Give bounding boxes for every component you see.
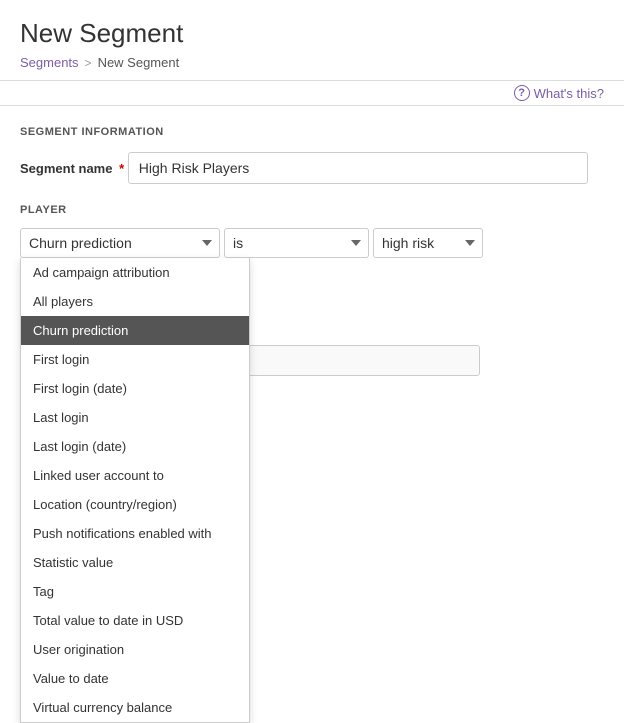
attribute-dropdown-menu: Ad campaign attribution All players Chur… <box>20 258 250 723</box>
option-tag[interactable]: Tag <box>21 577 249 606</box>
option-value-to-date[interactable]: Value to date <box>21 664 249 693</box>
breadcrumb: Segments > New Segment <box>20 55 604 70</box>
option-virtual-currency[interactable]: Virtual currency balance <box>21 693 249 722</box>
whats-this-label: What's this? <box>534 86 604 101</box>
option-location[interactable]: Location (country/region) <box>21 490 249 519</box>
page-header: New Segment Segments > New Segment <box>0 0 624 81</box>
main-content: SEGMENT INFORMATION Segment name * PLAYE… <box>0 106 624 422</box>
condition-row: Churn prediction Ad campaign attribution… <box>20 228 604 258</box>
segment-name-input[interactable] <box>128 152 588 184</box>
player-section: PLAYER Churn prediction Ad campaign attr… <box>20 204 604 284</box>
segment-name-label: Segment name * <box>20 161 128 176</box>
segment-info-section: SEGMENT INFORMATION Segment name * <box>20 126 604 184</box>
option-churn-prediction[interactable]: Churn prediction <box>21 316 249 345</box>
breadcrumb-separator: > <box>85 56 92 70</box>
segment-info-label: SEGMENT INFORMATION <box>20 126 604 138</box>
option-ad-campaign[interactable]: Ad campaign attribution <box>21 258 249 287</box>
breadcrumb-current: New Segment <box>98 55 180 70</box>
option-last-login[interactable]: Last login <box>21 403 249 432</box>
whats-this-link[interactable]: ? What's this? <box>514 85 604 101</box>
option-last-login-date[interactable]: Last login (date) <box>21 432 249 461</box>
option-first-login-date[interactable]: First login (date) <box>21 374 249 403</box>
breadcrumb-parent[interactable]: Segments <box>20 55 79 70</box>
segment-name-group: Segment name * <box>20 152 604 184</box>
operator-select[interactable]: is is not <box>224 228 369 258</box>
whats-this-area: ? What's this? <box>0 81 624 105</box>
option-statistic-value[interactable]: Statistic value <box>21 548 249 577</box>
option-first-login[interactable]: First login <box>21 345 249 374</box>
value-select[interactable]: high risk medium risk low risk <box>373 228 483 258</box>
option-all-players[interactable]: All players <box>21 287 249 316</box>
question-icon: ? <box>514 85 530 101</box>
page-title: New Segment <box>20 18 604 49</box>
required-indicator: * <box>119 161 124 176</box>
attribute-dropdown-container: Churn prediction Ad campaign attribution… <box>20 228 220 258</box>
player-section-label: PLAYER <box>20 204 604 216</box>
option-push-notifications[interactable]: Push notifications enabled with <box>21 519 249 548</box>
option-total-value[interactable]: Total value to date in USD <box>21 606 249 635</box>
option-linked-user[interactable]: Linked user account to <box>21 461 249 490</box>
option-user-origination[interactable]: User origination <box>21 635 249 664</box>
attribute-select[interactable]: Churn prediction <box>20 228 220 258</box>
